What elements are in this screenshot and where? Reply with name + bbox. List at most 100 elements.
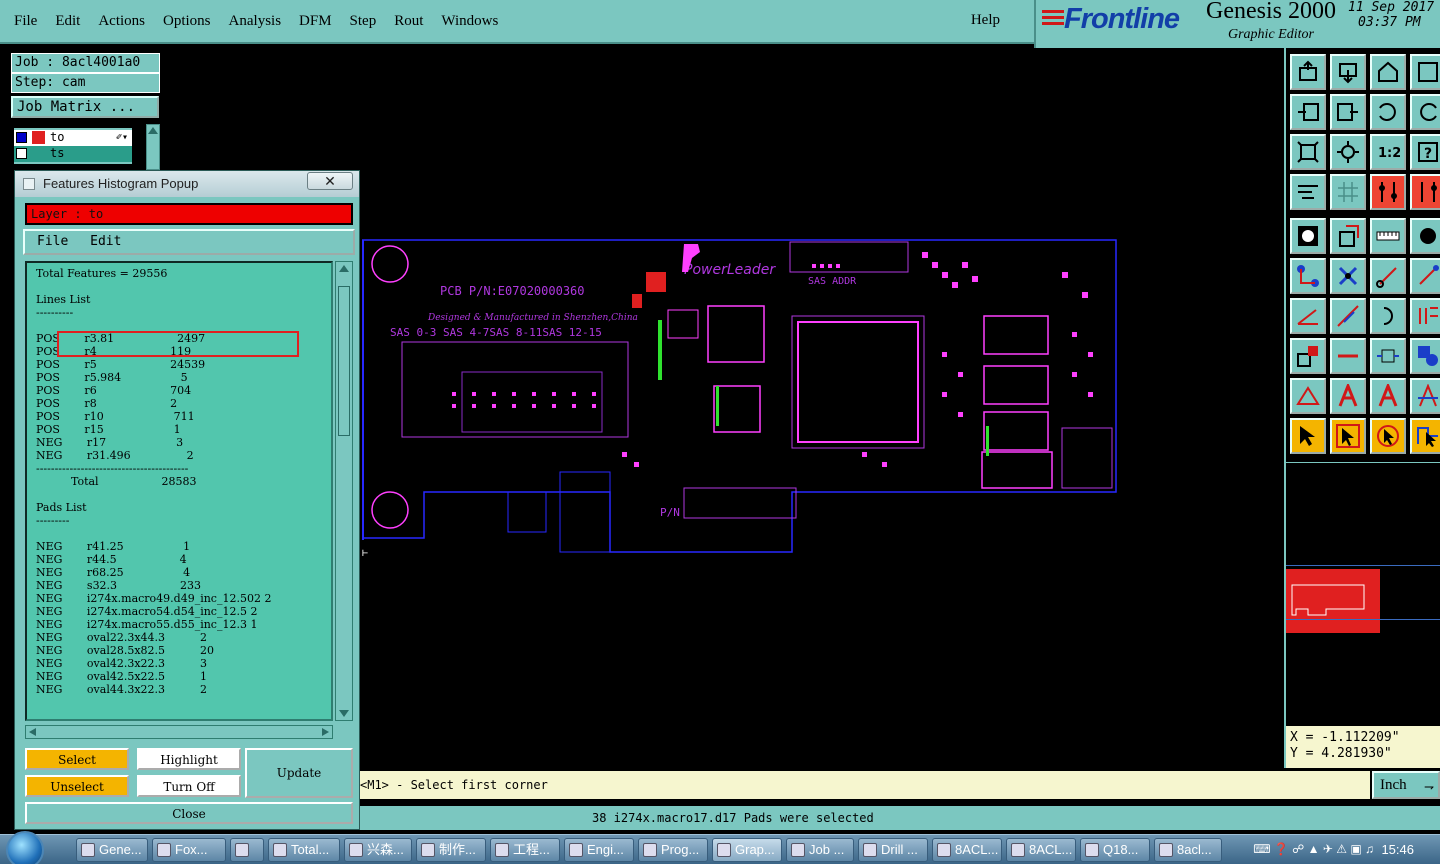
tool-button-27[interactable] [1370,298,1406,334]
tool-button-1[interactable] [1290,54,1326,90]
menu-actions[interactable]: Actions [98,13,145,30]
histogram-line[interactable]: ----------------------------------------… [36,462,188,475]
histogram-line[interactable]: NEG i274x.macro55.d55_inc_12.3 1 [36,618,257,631]
taskbar-item[interactable]: Q18... [1080,838,1150,862]
menu-windows[interactable]: Windows [441,13,498,30]
select-button[interactable]: Select [25,748,129,770]
taskbar-item[interactable]: Fox... [152,838,226,862]
menu-options[interactable]: Options [163,13,211,30]
overview-viewport[interactable] [1286,569,1380,633]
histogram-line[interactable]: NEG r68.25 4 [36,566,190,579]
taskbar-item[interactable]: Prog... [638,838,708,862]
tool-button-9[interactable] [1290,134,1326,170]
histogram-line[interactable]: NEG i274x.macro49.d49_inc_12.502 2 [36,592,271,605]
graphic-canvas[interactable]: PCB P/N:E07020000360 Designed & Manufact… [362,52,1284,768]
tool-button-28[interactable] [1410,298,1440,334]
histogram-line[interactable]: NEG oval44.3x22.3 2 [36,683,207,696]
tool-button-13[interactable] [1290,174,1326,210]
tool-button-34[interactable] [1330,378,1366,414]
tool-button-38[interactable] [1330,418,1366,454]
tool-button-20[interactable] [1410,218,1440,254]
taskbar-item[interactable]: Engi... [564,838,634,862]
tool-button-35[interactable] [1370,378,1406,414]
tool-button-6[interactable] [1330,94,1366,130]
histogram-line[interactable]: NEG oval22.3x44.3 2 [36,631,207,644]
histogram-line[interactable]: POS r15 1 [36,423,181,436]
tool-button-25[interactable] [1290,298,1326,334]
tool-button-8[interactable] [1410,94,1440,130]
tool-button-31[interactable] [1370,338,1406,374]
menu-analysis[interactable]: Analysis [229,13,282,30]
histogram-line[interactable]: POS r6 704 [36,384,191,397]
histogram-line[interactable]: NEG i274x.macro54.d54_inc_12.5 2 [36,605,257,618]
tool-button-39[interactable] [1370,418,1406,454]
tool-button-2[interactable] [1330,54,1366,90]
tool-button-10[interactable] [1330,134,1366,170]
list-vertical-scrollbar[interactable] [335,261,353,721]
layer-row-to[interactable]: to ✐▾ [14,130,132,146]
histogram-line[interactable]: Pads List [36,501,87,514]
histogram-line[interactable]: NEG oval42.3x22.3 3 [36,657,207,670]
histogram-line[interactable]: NEG s32.3 233 [36,579,201,592]
tool-button-24[interactable] [1410,258,1440,294]
tool-button-17[interactable] [1290,218,1326,254]
tool-button-29[interactable] [1290,338,1326,374]
taskbar-item[interactable]: 8acl... [1154,838,1222,862]
scroll-up-icon[interactable] [339,265,349,272]
menu-edit[interactable]: Edit [55,13,80,30]
units-selector[interactable]: Inch ⇁ [1372,771,1440,799]
overview-map[interactable] [1286,462,1440,724]
tool-button-12[interactable]: ? [1410,134,1440,170]
taskbar-item[interactable]: Grap... [712,838,782,862]
tool-button-21[interactable] [1290,258,1326,294]
popup-menu-file[interactable]: File [37,234,68,249]
layer-row-ts[interactable]: ts [14,146,132,162]
tool-button-14[interactable] [1330,174,1366,210]
tool-button-11[interactable]: 1:2 [1370,134,1406,170]
popup-menu-edit[interactable]: Edit [90,234,121,249]
tool-button-19[interactable] [1370,218,1406,254]
tool-button-37[interactable] [1290,418,1326,454]
scroll-down-icon[interactable] [339,710,349,717]
tool-button-26[interactable] [1330,298,1366,334]
taskbar-item[interactable]: 8ACL... [1006,838,1076,862]
clock[interactable]: 15:46 [1381,842,1414,857]
histogram-line[interactable]: Total Features = 29556 [36,267,167,280]
tool-button-4[interactable] [1410,54,1440,90]
update-button[interactable]: Update [245,748,353,798]
scroll-right-icon[interactable] [322,728,329,736]
histogram-line[interactable]: ---------- [36,306,73,319]
taskbar-item[interactable]: Drill ... [858,838,928,862]
taskbar-item[interactable]: 制作... [416,838,486,862]
histogram-line[interactable]: NEG r31.496 2 [36,449,194,462]
taskbar-item[interactable]: Total... [268,838,340,862]
menu-dfm[interactable]: DFM [299,13,332,30]
close-button[interactable]: Close [25,802,353,824]
histogram-line[interactable]: POS r8 2 [36,397,177,410]
histogram-line[interactable]: --------- [36,514,69,527]
menu-step[interactable]: Step [350,13,377,30]
tool-button-36[interactable] [1410,378,1440,414]
taskbar-item[interactable]: 8ACL... [932,838,1002,862]
menu-help[interactable]: Help [971,12,1000,29]
scroll-thumb[interactable] [338,286,350,436]
histogram-line[interactable]: POS r5 24539 [36,358,205,371]
layer-checkbox-icon[interactable] [16,132,27,143]
histogram-line[interactable]: NEG r44.5 4 [36,553,187,566]
histogram-line[interactable]: NEG oval28.5x82.5 20 [36,644,214,657]
close-icon[interactable]: ✕ [307,172,353,190]
taskbar-item[interactable]: 兴森... [344,838,412,862]
tool-button-16[interactable] [1410,174,1440,210]
histogram-line[interactable]: POS r10 711 [36,410,195,423]
turn-off-button[interactable]: Turn Off [137,775,241,797]
histogram-line[interactable]: POS r5.984 5 [36,371,188,384]
list-horizontal-scrollbar[interactable] [25,725,333,739]
tool-button-40[interactable] [1410,418,1440,454]
tool-button-7[interactable] [1370,94,1406,130]
tool-button-18[interactable] [1330,218,1366,254]
layer-checkbox-icon[interactable] [16,148,27,159]
job-matrix-button[interactable]: Job Matrix ... [11,96,159,118]
popup-titlebar[interactable]: Features Histogram Popup ✕ [15,171,359,197]
scroll-left-icon[interactable] [29,728,36,736]
histogram-line[interactable]: NEG r41.25 1 [36,540,190,553]
